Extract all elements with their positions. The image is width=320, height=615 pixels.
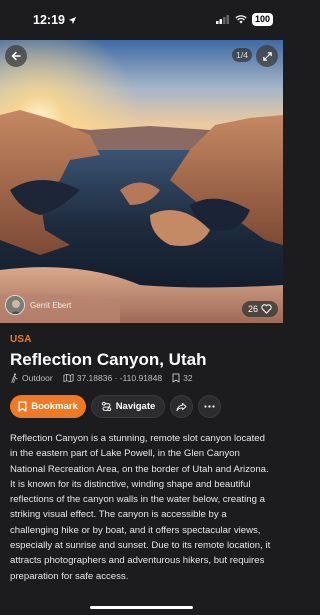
bookmark-count: 32 <box>183 373 193 383</box>
arrow-left-icon <box>11 51 21 61</box>
expand-icon <box>262 51 272 61</box>
status-time: 12:19 <box>33 13 77 27</box>
more-options-button[interactable] <box>198 395 221 418</box>
bookmark-count-meta: 32 <box>172 373 193 383</box>
expand-button[interactable] <box>256 45 278 67</box>
status-indicators: 100 <box>215 13 273 26</box>
map-icon <box>63 373 74 383</box>
author-credit[interactable]: Gerrit Ebert <box>5 295 71 315</box>
hiker-icon <box>11 373 18 383</box>
avatar-image <box>6 296 24 314</box>
action-bar: Bookmark Navigate <box>10 395 221 418</box>
bookmark-button-label: Bookmark <box>31 401 78 412</box>
status-time-text: 12:19 <box>33 13 65 27</box>
cellular-signal-icon <box>215 15 229 24</box>
place-description: Reflection Canyon is a stunning, remote … <box>10 433 271 582</box>
place-title: Reflection Canyon, Utah <box>10 350 207 369</box>
status-bar: 12:19 100 <box>0 0 283 40</box>
back-button[interactable] <box>5 45 27 67</box>
place-meta: Outdoor 37.18836 · -110.91848 32 <box>10 373 193 383</box>
home-indicator[interactable] <box>90 606 193 609</box>
like-button[interactable]: 26 <box>241 301 278 317</box>
navigate-button[interactable]: Navigate <box>91 395 165 418</box>
bookmark-outline-icon <box>172 373 180 383</box>
bookmark-icon <box>18 401 27 412</box>
hero-image[interactable]: 1/4 Gerrit Ebert 26 <box>0 40 283 323</box>
category-label: Outdoor <box>22 373 53 383</box>
share-icon <box>176 402 187 411</box>
bookmark-button[interactable]: Bookmark <box>10 395 86 418</box>
navigate-button-label: Navigate <box>115 401 156 412</box>
location-arrow-icon <box>68 16 77 24</box>
image-page-indicator: 1/4 <box>232 48 252 62</box>
share-button[interactable] <box>170 395 193 418</box>
wifi-icon <box>235 15 247 24</box>
ellipsis-icon <box>204 405 215 408</box>
heart-icon <box>261 304 272 314</box>
author-avatar[interactable] <box>5 295 25 315</box>
author-name: Gerrit Ebert <box>30 300 72 310</box>
route-icon <box>101 401 111 412</box>
battery-indicator: 100 <box>251 13 273 26</box>
likes-count: 26 <box>247 304 258 314</box>
coordinates-label: 37.18836 · -110.91848 <box>76 373 163 383</box>
category-meta: Outdoor <box>10 373 53 383</box>
canyon-photo <box>0 40 283 323</box>
coordinates-meta[interactable]: 37.18836 · -110.91848 <box>63 373 162 383</box>
region-label: USA <box>10 334 32 345</box>
